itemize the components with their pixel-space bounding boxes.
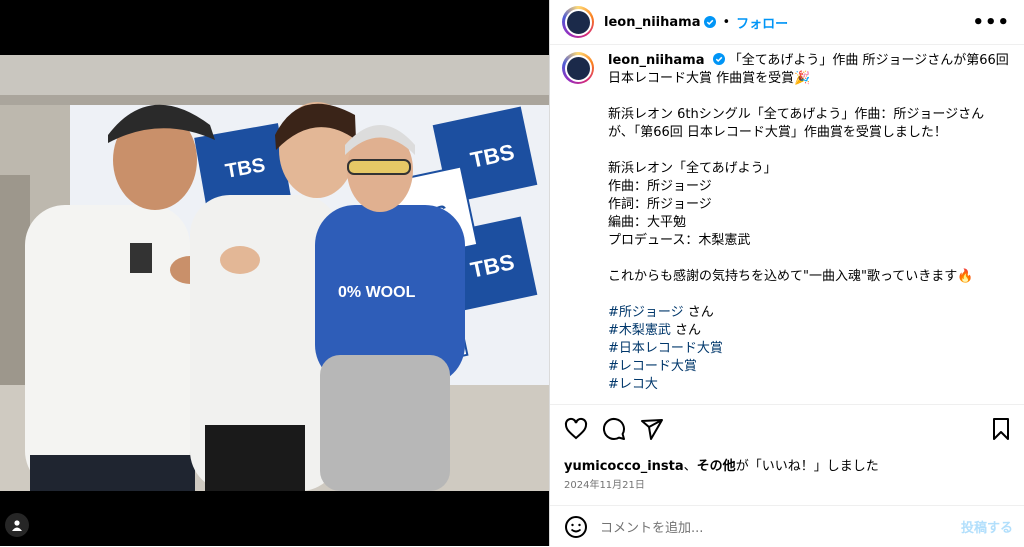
post-photo[interactable]: TBS TBS TBS TBS TBS RADIO [0,55,549,491]
hashtag-link[interactable]: #レコ大 [608,377,658,392]
hashtag-link[interactable]: #レコード大賞 [608,359,697,374]
verified-badge-icon [712,53,725,65]
action-bar [550,404,1024,455]
likes-separator: 、 [683,459,697,474]
post-side-panel: leon_niihama • フォロー ••• leon_niihama 「全て… [549,0,1024,546]
caption-line: 作詞：所ジョージ [608,197,712,212]
comment-input[interactable]: コメントを追加... [600,517,961,536]
header-username[interactable]: leon_niihama [604,15,700,30]
caption-line: 新浜レオン「全てあげよう」 [608,161,777,176]
hashtag-link[interactable]: #日本レコード大賞 [608,341,723,356]
post-header: leon_niihama • フォロー ••• [550,0,1024,45]
avatar[interactable] [562,6,594,38]
post-media[interactable]: TBS TBS TBS TBS TBS RADIO [0,0,549,546]
separator-dot: • [722,14,731,30]
caption-avatar[interactable] [562,52,594,84]
caption-line [608,250,1008,268]
likes-summary: yumicocco_insta、その他が「いいね！」しました [564,455,879,474]
follow-button[interactable]: フォロー [736,13,788,32]
shirt-print: 0% WOOL [338,284,416,301]
hashtag-link[interactable]: #木梨憲武 [608,323,671,338]
user-icon [12,520,22,531]
caption-line: 編曲：大平勉 [608,215,687,230]
share-icon[interactable] [640,417,664,441]
caption-line: プロデュース：木梨憲武 [608,233,751,248]
caption-section: leon_niihama 「全てあげよう」作曲 所ジョージさんが第66回 日本レ… [550,52,1024,404]
tagged-users-button[interactable] [5,513,29,537]
caption-line: これからも感謝の気持ちを込めて"一曲入魂"歌っていきます🔥 [608,269,974,284]
comment-bar: コメントを追加... 投稿する [550,505,1024,547]
more-options-icon[interactable]: ••• [972,12,1010,33]
post-date[interactable]: 2024年11月21日 [564,476,645,491]
caption-username[interactable]: leon_niihama [608,53,704,68]
caption-line [608,88,1008,106]
hashtag-suffix: さん [683,305,714,320]
hashtag-link[interactable]: #所ジョージ [608,305,684,320]
likes-username[interactable]: yumicocco_insta [564,459,684,474]
instagram-post-view: TBS TBS TBS TBS TBS RADIO [0,0,1024,546]
like-heart-icon[interactable] [564,417,588,441]
likes-others-link[interactable]: その他 [697,459,736,474]
caption-line: 作曲：所ジョージ [608,179,712,194]
caption-line: 新浜レオン 6thシングル「全てあげよう」作曲：所ジョージさん [608,107,985,122]
bookmark-icon[interactable] [989,417,1013,441]
emoji-icon[interactable] [564,515,588,539]
caption-line: が、「第66回 日本レコード大賞」作曲賞を受賞しました！ [608,125,947,140]
caption-line: 「全てあげよう」作曲 所ジョージさんが第66回 [728,53,1009,68]
verified-badge-icon [704,16,717,28]
photo-illustration: TBS TBS TBS TBS TBS RADIO [0,55,549,491]
caption-line [608,142,1008,160]
hashtag-suffix: さん [670,323,702,338]
caption-line [608,286,1008,304]
post-comment-button[interactable]: 投稿する [961,517,1013,536]
caption-line: 日本レコード大賞 作曲賞を受賞🎉 [608,71,811,86]
caption-text: leon_niihama 「全てあげよう」作曲 所ジョージさんが第66回 日本レ… [608,52,1009,394]
likes-suffix: が「いいね！」しました [735,459,879,474]
comment-icon[interactable] [602,417,626,441]
